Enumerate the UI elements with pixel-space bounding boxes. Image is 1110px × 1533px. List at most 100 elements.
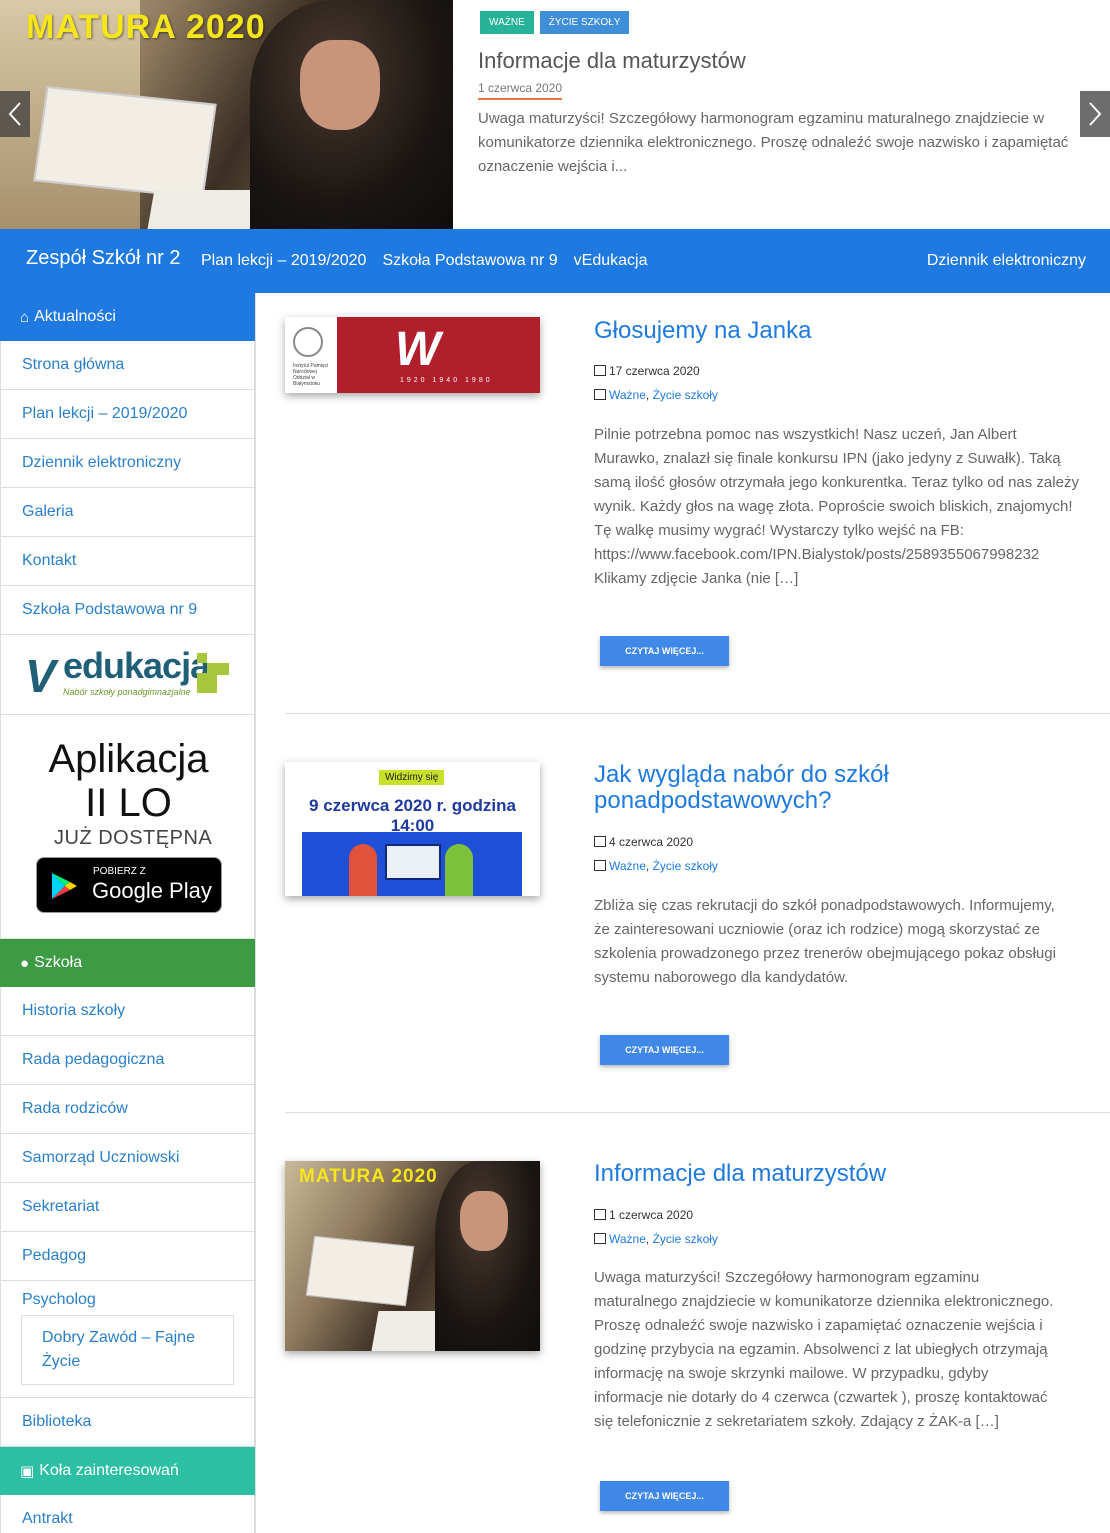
user-icon: ●	[20, 954, 30, 972]
calendar-icon	[594, 836, 606, 847]
tag-wazne[interactable]: WAŻNE	[480, 11, 534, 34]
hero-tags: WAŻNE ŻYCIE SZKOŁY	[480, 11, 630, 34]
sidebar-item-pedagog[interactable]: Pedagog	[0, 1232, 255, 1281]
vedukacja-banner[interactable]: V edukacja Nabór szkoły ponadgimnazjalne	[0, 635, 255, 715]
sidebar-subitem-dobry-zawod[interactable]: Dobry Zawód – Fajne Życie	[21, 1315, 234, 1385]
site-brand[interactable]: Zespół Szkół nr 2	[26, 247, 181, 270]
post-category-link[interactable]: Życie szkoły	[653, 388, 718, 402]
sidebar-item-antrakt[interactable]: Antrakt	[0, 1495, 255, 1533]
post-date-text: 4 czerwca 2020	[609, 835, 694, 849]
hero-date: 1 czerwca 2020	[478, 81, 563, 100]
sidebar-item-psycholog[interactable]: Psycholog	[21, 1291, 234, 1309]
sidebar-item-kontakt[interactable]: Kontakt	[0, 537, 255, 586]
post-divider	[285, 713, 1110, 714]
read-more-button[interactable]: CZYTAJ WIĘCEJ...	[600, 1481, 729, 1511]
google-play-icon	[52, 873, 77, 899]
post-categories: Ważne, Życie szkoły	[594, 859, 718, 873]
nav-item-szkola-podstawowa[interactable]: Szkoła Podstawowa nr 9	[382, 252, 557, 270]
book-icon: ▣	[20, 1463, 35, 1480]
sidebar-item-strona-glowna[interactable]: Strona główna	[0, 341, 255, 390]
nav-item-vedukacja[interactable]: vEdukacja	[574, 252, 648, 270]
thumb-logo-letter: W	[395, 323, 441, 376]
post-divider	[285, 1112, 1110, 1113]
thumb-pill: Widzimy się	[379, 770, 445, 785]
post-excerpt: Zbliża się czas rekrutacji do szkół pona…	[594, 897, 1056, 986]
post-excerpt: Pilnie potrzebna pomoc nas wszystkich! N…	[594, 426, 1079, 587]
google-play-small-text: POBIERZ Z	[93, 866, 146, 877]
post-category-link[interactable]: Życie szkoły	[653, 859, 718, 873]
read-more-button[interactable]: CZYTAJ WIĘCEJ...	[600, 636, 729, 666]
calendar-icon	[594, 365, 606, 376]
post-title[interactable]: Jak wygląda nabór do szkół ponadpodstawo…	[594, 762, 924, 814]
post-date-text: 1 czerwca 2020	[609, 1208, 694, 1222]
sidebar-section-title: Koła zainteresowań	[39, 1462, 179, 1479]
post-category-link[interactable]: Ważne	[609, 859, 646, 873]
ipn-seal-icon	[293, 327, 323, 357]
hero-image[interactable]: MATURA 2020	[0, 0, 453, 229]
post-date: 17 czerwca 2020	[594, 364, 700, 378]
thumb-headline: 9 czerwca 2020 r. godzina 14:00	[309, 796, 516, 835]
post-date: 1 czerwca 2020	[594, 1208, 693, 1222]
sidebar-item-rada-pedagogiczna[interactable]: Rada pedagogiczna	[0, 1036, 255, 1085]
post-category-link[interactable]: Ważne	[609, 388, 646, 402]
post-date-text: 17 czerwca 2020	[609, 364, 700, 378]
thumb-org-text: Instytut Pamięci Narodowej Oddział w Bia…	[293, 363, 329, 387]
sidebar-item-galeria[interactable]: Galeria	[0, 488, 255, 537]
sidebar-item-samorzad[interactable]: Samorząd Uczniowski	[0, 1134, 255, 1183]
post-categories: Ważne, Życie szkoły	[594, 1232, 718, 1246]
hero-excerpt: Uwaga maturzyści! Szczegółowy harmonogra…	[478, 110, 1069, 175]
google-play-big-text: Google Play	[92, 878, 212, 903]
post-category-link[interactable]: Życie szkoły	[653, 1232, 718, 1246]
sidebar-section-title: Szkoła	[34, 954, 83, 971]
thumb-years: 1920 1940 1980	[400, 377, 493, 384]
post-categories: Ważne, Życie szkoły	[594, 388, 718, 402]
post-title[interactable]: Informacje dla maturzystów	[594, 1161, 886, 1187]
post-excerpt: Uwaga maturzyści! Szczegółowy harmonogra…	[594, 1269, 1054, 1430]
app-banner-line2: II LO	[85, 781, 172, 825]
sidebar-item-plan-lekcji[interactable]: Plan lekcji – 2019/2020	[0, 390, 255, 439]
chevron-left-icon	[8, 102, 21, 126]
sidebar-item-biblioteka[interactable]: Biblioteka	[0, 1398, 255, 1447]
sidebar-item-szkola-podstawowa[interactable]: Szkoła Podstawowa nr 9	[0, 586, 255, 635]
app-banner-line3: JUŻ DOSTĘPNA	[54, 827, 213, 849]
app-banner-line1: Aplikacja	[48, 737, 209, 781]
nav-item-dziennik[interactable]: Dziennik elektroniczny	[927, 252, 1086, 270]
chevron-right-icon	[1089, 102, 1102, 126]
vedukacja-logo-word: edukacja	[63, 645, 210, 686]
slider-prev-button[interactable]	[0, 91, 30, 137]
nav-menu: Plan lekcji – 2019/2020 Szkoła Podstawow…	[201, 252, 647, 270]
sidebar-section-title: Aktualności	[34, 308, 116, 325]
sidebar-section-kola: ▣ Koła zainteresowań	[0, 1447, 255, 1495]
sidebar-item-sekretariat[interactable]: Sekretariat	[0, 1183, 255, 1232]
calendar-icon	[594, 1209, 606, 1220]
slider-next-button[interactable]	[1080, 91, 1110, 137]
post-thumbnail[interactable]: Widzimy się 9 czerwca 2020 r. godzina 14…	[285, 762, 540, 896]
home-icon: ⌂	[20, 308, 30, 326]
post-thumbnail[interactable]: Instytut Pamięci Narodowej Oddział w Bia…	[285, 317, 540, 393]
hero-slider: MATURA 2020 WAŻNE ŻYCIE SZKOŁY Informacj…	[0, 0, 1110, 229]
folder-icon	[594, 1233, 606, 1244]
sidebar-item-rada-rodzicow[interactable]: Rada rodziców	[0, 1085, 255, 1134]
sidebar-item-psycholog-group: Psycholog Dobry Zawód – Fajne Życie	[0, 1281, 255, 1398]
folder-icon	[594, 860, 606, 871]
thumb-caption: MATURA 2020	[299, 1166, 438, 1187]
post-title[interactable]: Głosujemy na Janka	[594, 318, 811, 344]
post-category-link[interactable]: Ważne	[609, 1232, 646, 1246]
folder-icon	[594, 389, 606, 400]
sidebar-section-aktualnosci: ⌂ Aktualności	[0, 293, 255, 341]
sidebar-item-dziennik[interactable]: Dziennik elektroniczny	[0, 439, 255, 488]
google-play-badge[interactable]: POBIERZ Z Google Play	[36, 857, 222, 913]
app-banner[interactable]: Aplikacja II LO JUŻ DOSTĘPNA POBIERZ Z G…	[0, 715, 255, 939]
read-more-button[interactable]: CZYTAJ WIĘCEJ...	[600, 1035, 729, 1065]
vedukacja-logo-letter: V	[25, 650, 56, 702]
tag-zycie-szkoly[interactable]: ŻYCIE SZKOŁY	[539, 11, 630, 34]
sidebar-section-szkola: ● Szkoła	[0, 939, 255, 987]
vedukacja-subtitle: Nabór szkoły ponadgimnazjalne	[63, 687, 191, 697]
hero-image-caption: MATURA 2020	[26, 8, 266, 46]
sidebar-item-historia[interactable]: Historia szkoły	[0, 987, 255, 1036]
post-date: 4 czerwca 2020	[594, 835, 693, 849]
post-thumbnail[interactable]: MATURA 2020	[285, 1161, 540, 1351]
sidebar: ⌂ Aktualności Strona główna Plan lekcji …	[0, 293, 256, 1533]
hero-title[interactable]: Informacje dla maturzystów	[478, 48, 746, 74]
nav-item-plan-lekcji[interactable]: Plan lekcji – 2019/2020	[201, 252, 366, 270]
